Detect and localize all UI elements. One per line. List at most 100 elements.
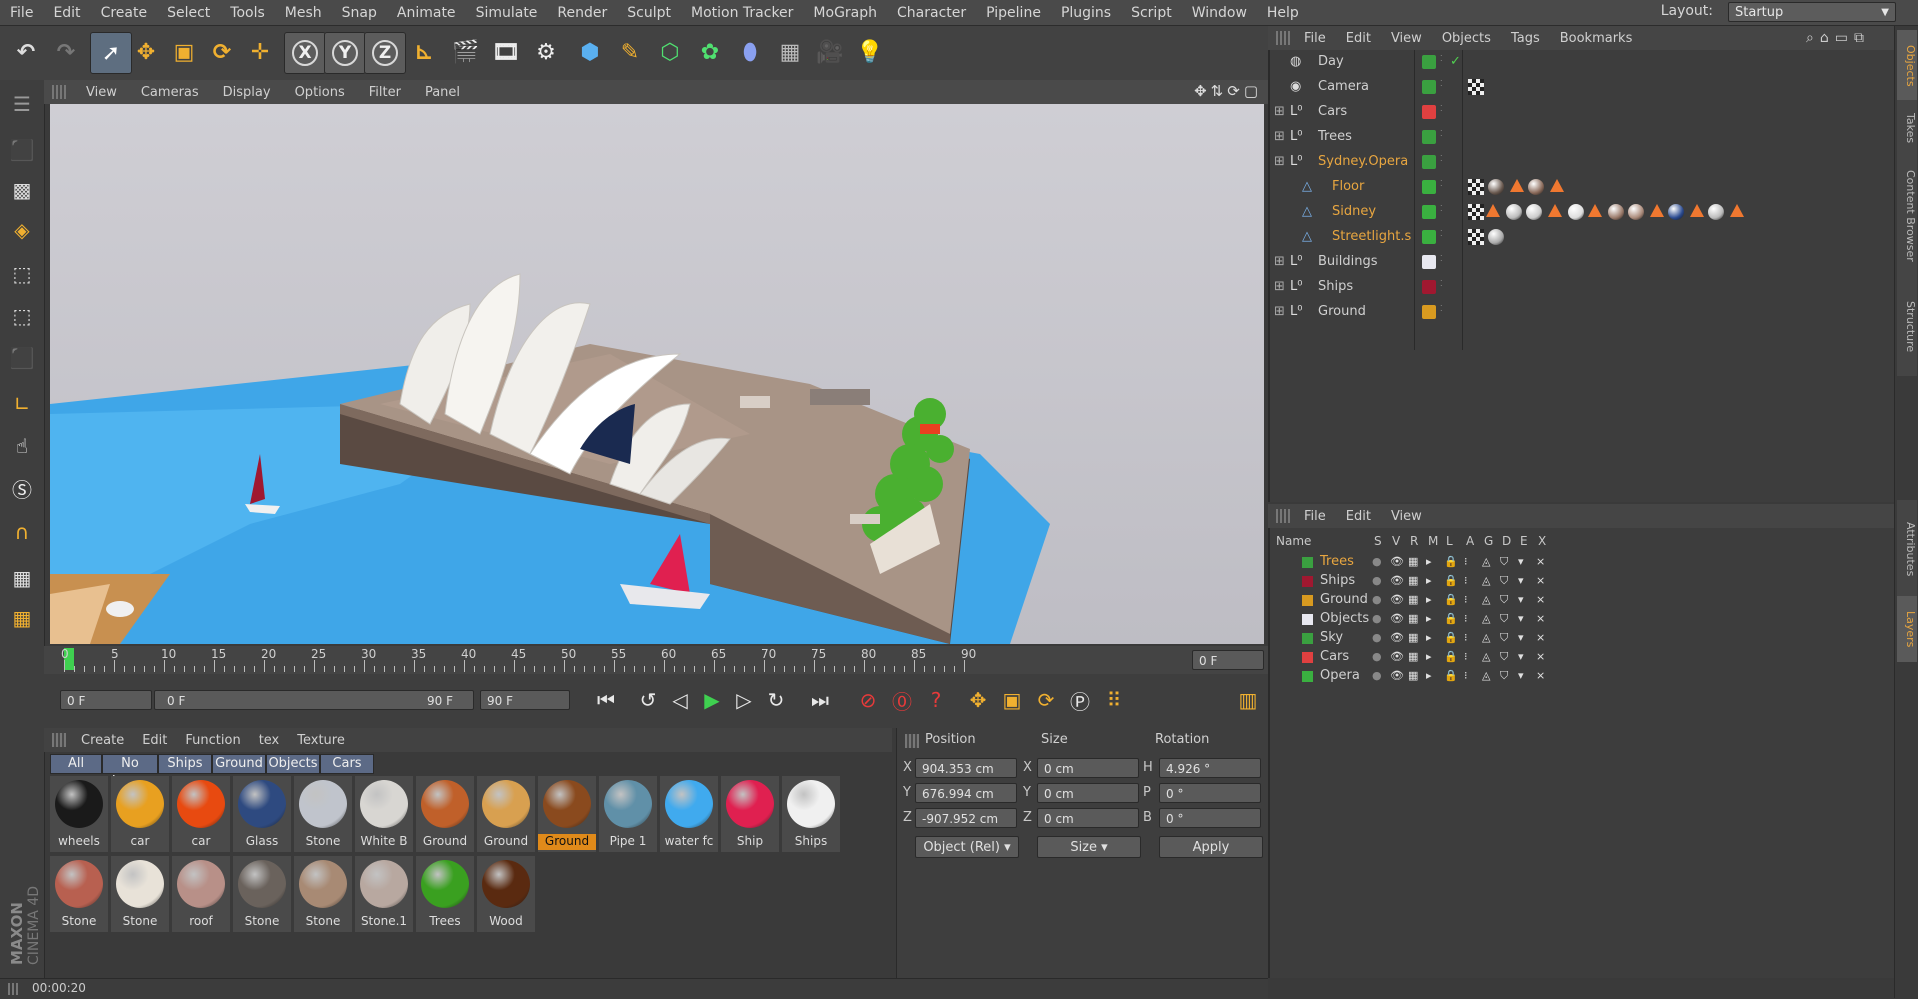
deformers-icon[interactable]: ⛉ bbox=[1500, 574, 1508, 588]
layer-color-swatch[interactable] bbox=[1422, 305, 1436, 319]
visible-icon[interactable]: 👁 bbox=[1390, 574, 1404, 587]
animation-icon[interactable]: ⁝ bbox=[1464, 574, 1468, 587]
side-tab-structure[interactable]: Structure bbox=[1897, 278, 1917, 376]
material-swatch[interactable]: Stone bbox=[111, 856, 169, 932]
enabled-check-icon[interactable]: ✓ bbox=[1450, 54, 1461, 69]
pos-y-field[interactable]: 676.994 cm bbox=[915, 783, 1017, 803]
layer-menu-view[interactable]: View bbox=[1381, 509, 1432, 524]
timeline-window-icon[interactable]: ▥ bbox=[1232, 684, 1264, 716]
visible-icon[interactable]: 👁 bbox=[1390, 650, 1404, 663]
expand-toggle-icon[interactable]: ⊞ bbox=[1274, 129, 1285, 144]
rot-b-field[interactable]: 0 ° bbox=[1159, 808, 1261, 828]
axis-mode-icon[interactable]: ∟ bbox=[4, 386, 40, 422]
material-swatch[interactable]: Trees bbox=[416, 856, 474, 932]
layer-row[interactable]: Trees ● 👁 ▦ ▸ 🔒 ⁝ ◬ ⛉ ▾ ⨯ bbox=[1272, 553, 1888, 572]
manager-icon[interactable]: ▸ bbox=[1426, 555, 1432, 568]
animation-icon[interactable]: ⁝ bbox=[1464, 593, 1468, 606]
material-tag-icon[interactable] bbox=[1488, 229, 1504, 245]
object-menu-bookmarks[interactable]: Bookmarks bbox=[1550, 31, 1643, 46]
layer-color-swatch[interactable] bbox=[1302, 652, 1313, 663]
material-menu-texture[interactable]: Texture bbox=[288, 733, 354, 748]
solo-icon[interactable]: ● bbox=[1372, 669, 1382, 682]
solo-icon[interactable]: ● bbox=[1372, 574, 1382, 587]
texture-tag-icon[interactable] bbox=[1468, 229, 1484, 245]
solo-icon[interactable]: ● bbox=[1372, 631, 1382, 644]
generators-icon[interactable]: ◬ bbox=[1482, 631, 1490, 644]
side-tab-objects[interactable]: Objects bbox=[1897, 30, 1917, 102]
tweak-mode-icon[interactable]: ☝ bbox=[4, 428, 40, 464]
xref-icon[interactable]: ⨯ bbox=[1536, 574, 1545, 587]
manager-icon[interactable]: ▸ bbox=[1426, 574, 1432, 587]
expressions-icon[interactable]: ▾ bbox=[1518, 555, 1524, 568]
object-row[interactable]: △ Streetlight.s ⁚ bbox=[1272, 225, 1888, 250]
layer-color-swatch[interactable] bbox=[1302, 671, 1313, 682]
visibility-dot-icon[interactable]: ⁚ bbox=[1440, 229, 1443, 238]
visibility-dot-icon[interactable]: ⁚ bbox=[1440, 254, 1443, 263]
viewport-menu-cameras[interactable]: Cameras bbox=[129, 85, 211, 100]
layer-color-swatch[interactable] bbox=[1302, 633, 1313, 644]
render-icon[interactable]: ▦ bbox=[1408, 555, 1418, 568]
pos-x-field[interactable]: 904.353 cm bbox=[915, 758, 1017, 778]
next-key-icon[interactable]: ↻ bbox=[760, 684, 792, 716]
visible-icon[interactable]: 👁 bbox=[1390, 631, 1404, 644]
viewport-menu-display[interactable]: Display bbox=[211, 85, 283, 100]
material-swatch[interactable]: Ground bbox=[416, 776, 474, 852]
expressions-icon[interactable]: ▾ bbox=[1518, 574, 1524, 587]
key-parameter-icon[interactable]: Ⓟ bbox=[1064, 684, 1096, 716]
material-swatch[interactable]: White B bbox=[355, 776, 413, 852]
xref-icon[interactable]: ⨯ bbox=[1536, 593, 1545, 606]
object-menu-tags[interactable]: Tags bbox=[1501, 31, 1550, 46]
material-tag-icon[interactable] bbox=[1608, 204, 1624, 220]
material-tab-ships[interactable]: Ships bbox=[158, 754, 212, 774]
material-swatch[interactable]: Pipe 1 bbox=[599, 776, 657, 852]
visibility-dot-icon[interactable]: ⁚ bbox=[1440, 279, 1443, 288]
deformers-icon[interactable]: ⛉ bbox=[1500, 669, 1508, 683]
scale-icon[interactable]: ▣ bbox=[164, 32, 204, 72]
key-scale-icon[interactable]: ▣ bbox=[996, 684, 1028, 716]
layer-row[interactable]: Objects ● 👁 ▦ ▸ 🔒 ⁝ ◬ ⛉ ▾ ⨯ bbox=[1272, 610, 1888, 629]
material-menu-function[interactable]: Function bbox=[176, 733, 249, 748]
layer-row[interactable]: Ships ● 👁 ▦ ▸ 🔒 ⁝ ◬ ⛉ ▾ ⨯ bbox=[1272, 572, 1888, 591]
solo-icon[interactable]: ● bbox=[1372, 555, 1382, 568]
layer-color-swatch[interactable] bbox=[1422, 255, 1436, 269]
material-menu-tex[interactable]: tex bbox=[250, 733, 289, 748]
material-swatch[interactable]: Glass bbox=[233, 776, 291, 852]
phong-tag-icon[interactable] bbox=[1588, 204, 1602, 217]
animation-icon[interactable]: ⁝ bbox=[1464, 612, 1468, 625]
xref-icon[interactable]: ⨯ bbox=[1536, 669, 1545, 682]
pen-spline-icon[interactable]: ✎ bbox=[610, 32, 650, 72]
snap-icon[interactable]: ∩ bbox=[4, 514, 40, 550]
material-tab-no-layer[interactable]: No Layer bbox=[102, 754, 158, 789]
layer-row[interactable]: Cars ● 👁 ▦ ▸ 🔒 ⁝ ◬ ⛉ ▾ ⨯ bbox=[1272, 648, 1888, 667]
polygons-mode-icon[interactable]: ⬛ bbox=[4, 340, 40, 376]
material-swatch[interactable]: Stone bbox=[50, 856, 108, 932]
menu-sculpt[interactable]: Sculpt bbox=[617, 5, 681, 21]
material-tag-icon[interactable] bbox=[1488, 179, 1504, 195]
menu-mesh[interactable]: Mesh bbox=[275, 5, 332, 21]
side-tab-takes[interactable]: Takes bbox=[1897, 100, 1917, 156]
model-mode-icon[interactable]: ⬛ bbox=[4, 132, 40, 168]
menu-character[interactable]: Character bbox=[887, 5, 976, 21]
menu-pipeline[interactable]: Pipeline bbox=[976, 5, 1051, 21]
xref-icon[interactable]: ⨯ bbox=[1536, 631, 1545, 644]
frame-range-slider[interactable]: 0 F 90 F bbox=[154, 690, 474, 710]
layer-color-swatch[interactable] bbox=[1302, 595, 1313, 606]
expand-toggle-icon[interactable]: ⊞ bbox=[1274, 254, 1285, 269]
expressions-icon[interactable]: ▾ bbox=[1518, 593, 1524, 606]
material-menu-edit[interactable]: Edit bbox=[133, 733, 176, 748]
lock-icon[interactable]: 🔒 bbox=[1444, 612, 1458, 625]
layer-color-swatch[interactable] bbox=[1422, 55, 1436, 69]
texture-mode-icon[interactable]: ▩ bbox=[4, 172, 40, 208]
render-icon[interactable]: ▦ bbox=[1408, 631, 1418, 644]
expand-toggle-icon[interactable]: ⊞ bbox=[1274, 279, 1285, 294]
animation-icon[interactable]: ⁝ bbox=[1464, 555, 1468, 568]
go-to-end-icon[interactable]: ⏭ bbox=[804, 684, 836, 716]
workplane-lock-icon[interactable]: ▦ bbox=[4, 560, 40, 596]
object-menu-objects[interactable]: Objects bbox=[1432, 31, 1501, 46]
material-tag-icon[interactable] bbox=[1526, 204, 1542, 220]
lock-icon[interactable]: 🔒 bbox=[1444, 593, 1458, 606]
expand-toggle-icon[interactable]: ⊞ bbox=[1274, 304, 1285, 319]
next-frame-icon[interactable]: ▷ bbox=[728, 684, 760, 716]
size-z-field[interactable]: 0 cm bbox=[1037, 808, 1139, 828]
material-tab-objects[interactable]: Objects bbox=[266, 754, 320, 774]
